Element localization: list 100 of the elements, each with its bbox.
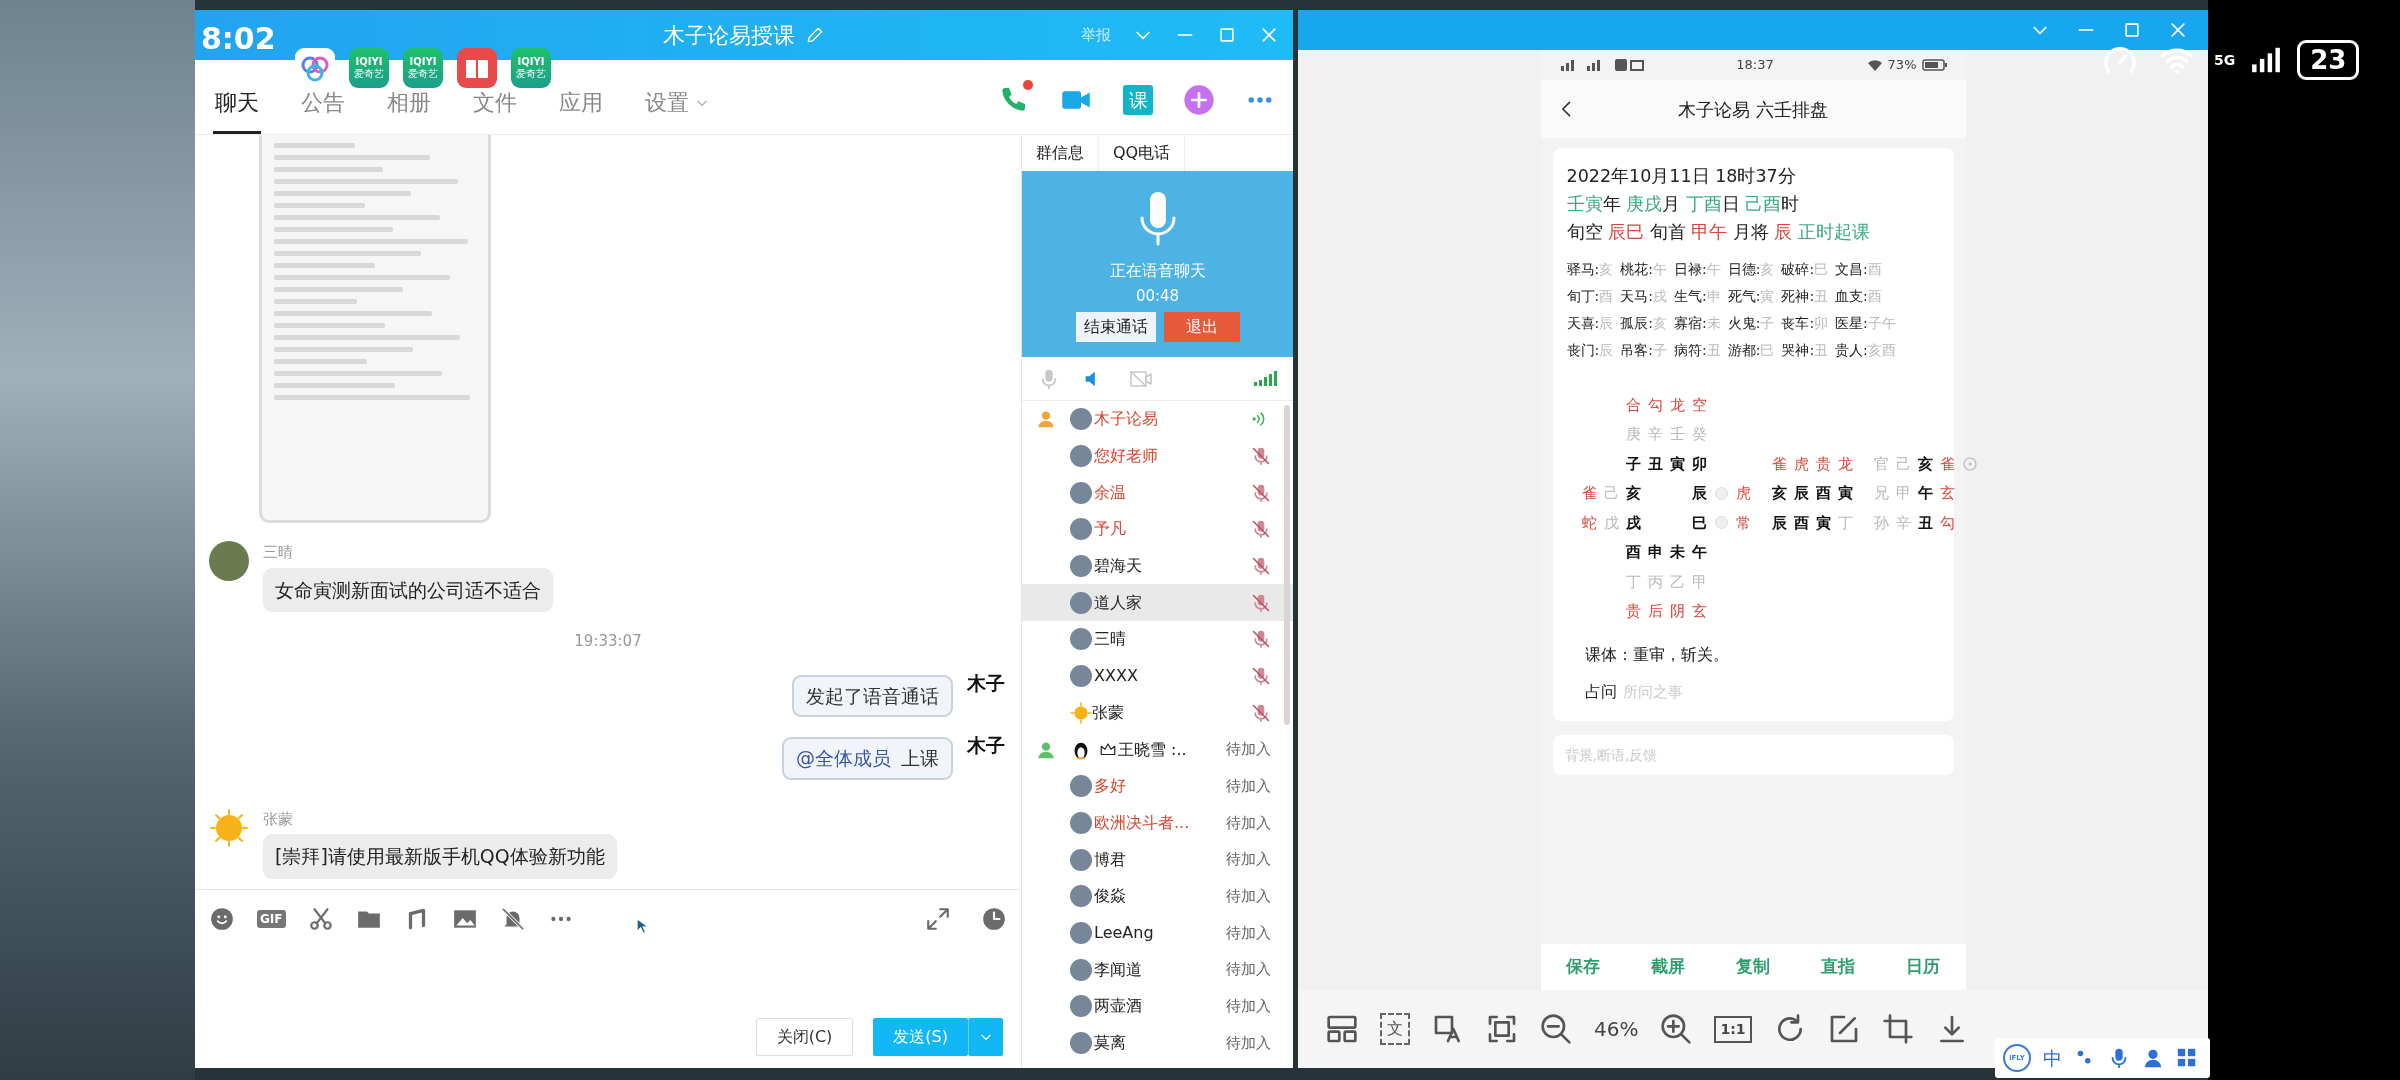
zoom-in-icon[interactable] <box>1660 1013 1693 1045</box>
avatar-photo <box>1070 408 1092 431</box>
chart-glyph: 午 <box>1917 483 1934 504</box>
fit-frame-icon[interactable] <box>1486 1013 1518 1045</box>
expand-icon[interactable] <box>925 906 951 932</box>
scissors-icon[interactable] <box>307 906 334 932</box>
chat-tab[interactable]: 相册 <box>385 86 433 134</box>
avatar-photo <box>1070 555 1092 578</box>
chart-glyph: 己 <box>1603 483 1620 504</box>
member-name: 博君 <box>1094 848 1127 871</box>
member-row[interactable]: 莫离 待加入 <box>1022 1024 1293 1062</box>
shensha-item: 哭神:丑 <box>1781 341 1829 360</box>
text-recognition-button[interactable]: 文 <box>1380 1013 1410 1045</box>
member-row[interactable]: 余温 <box>1022 474 1293 512</box>
app-icon[interactable]: IQIYI 爱奇艺 <box>403 48 443 88</box>
member-row[interactable]: 多好 待加入 <box>1022 767 1293 805</box>
avatar-photo <box>1070 628 1092 651</box>
member-row[interactable]: 三晴 <box>1022 621 1293 658</box>
member-row[interactable]: 碧海天 <box>1022 547 1293 585</box>
close-icon[interactable] <box>2168 20 2188 40</box>
chart-glyph: 寅 <box>1837 483 1854 504</box>
xun-line: 旬空 辰巳 旬首 甲午 月将 辰 正时起课 <box>1566 221 1871 244</box>
sender-name: 三晴 <box>263 542 294 563</box>
member-row[interactable]: 张蒙 <box>1022 694 1293 732</box>
crop-icon[interactable] <box>1881 1013 1914 1045</box>
layout-icon[interactable] <box>1326 1013 1358 1045</box>
member-name: 碧海天 <box>1094 555 1143 578</box>
app-icon[interactable]: IQIYI 爱奇艺 <box>349 48 389 88</box>
chart-glyph: 戌 <box>1625 512 1642 534</box>
chat-tab[interactable]: 聊天 <box>213 86 261 134</box>
avatar-photo <box>1070 665 1092 688</box>
chat-tab[interactable]: 文件 <box>471 86 519 134</box>
member-row[interactable]: LeeAng 待加入 <box>1022 914 1293 952</box>
avatar-photo <box>209 541 249 581</box>
member-status: 待加入 <box>1226 959 1271 981</box>
member-status: 待加入 <box>1226 739 1271 761</box>
member-row[interactable]: 俊焱 待加入 <box>1022 877 1293 915</box>
avatar-photo <box>1070 885 1092 908</box>
member-row[interactable]: 您好老师 <box>1022 437 1293 475</box>
send-button[interactable]: 发送(S) <box>873 1018 968 1056</box>
member-row[interactable]: 王晓雪 :.. 待加入 <box>1022 731 1293 768</box>
scrollbar-thumb[interactable] <box>1284 405 1290 725</box>
action-button[interactable]: 截屏 <box>1645 953 1691 981</box>
battery-percent: 73% <box>1887 56 1917 75</box>
clock-icon[interactable] <box>981 906 1007 932</box>
action-button[interactable]: 日历 <box>1900 953 1946 981</box>
app-icon[interactable]: IQIYI 爱奇艺 <box>511 48 551 88</box>
member-row[interactable]: 予凡 <box>1022 511 1293 548</box>
muted-microphone-icon <box>1251 445 1271 468</box>
chart-glyph: 龙 <box>1837 453 1854 475</box>
add-icon[interactable] <box>1183 84 1215 116</box>
member-row[interactable]: 欧洲决斗者... 待加入 <box>1022 804 1293 842</box>
gif-button[interactable]: GIF <box>257 909 286 929</box>
chart-glyph: 卯 <box>1691 453 1708 475</box>
grid-icon[interactable] <box>2176 1047 2198 1069</box>
maximize-icon[interactable] <box>2122 20 2142 40</box>
chart-glyph: 酉 <box>1793 512 1810 534</box>
chat-tab[interactable]: 公告 <box>299 86 347 134</box>
member-row[interactable]: 道人家 <box>1022 584 1293 622</box>
action-button[interactable]: 保存 <box>1560 953 1606 981</box>
chart-glyph: 丑 <box>1647 453 1664 475</box>
chart-glyph: 合 <box>1625 394 1642 416</box>
member-row[interactable]: 李闻道 待加入 <box>1022 951 1293 988</box>
zoom-out-icon[interactable] <box>1540 1013 1572 1045</box>
member-name: 李闻道 <box>1094 958 1143 981</box>
call-duration: 00:48 <box>1135 286 1180 307</box>
shensha-item: 丧门:辰 <box>1566 341 1614 360</box>
shensha-item: 日德:亥 <box>1727 260 1775 279</box>
chat-tab[interactable]: 设置 <box>643 86 711 134</box>
chat-tab[interactable]: 应用 <box>557 86 605 134</box>
sun-avatar <box>1070 701 1092 724</box>
shensha-item: 火鬼:子 <box>1727 314 1775 333</box>
zoom-level: 46% <box>1594 1016 1639 1043</box>
action-button[interactable]: 直指 <box>1815 953 1861 981</box>
exit-button[interactable]: 退出 <box>1163 311 1240 342</box>
chart-glyph: 癸 <box>1691 424 1708 445</box>
chart-glyph: 辛 <box>1647 424 1664 445</box>
message-bubble: 发起了语音通话 <box>792 674 953 717</box>
member-row[interactable]: XXXX <box>1022 657 1293 695</box>
avatar-photo <box>1070 518 1092 541</box>
book-app-icon[interactable] <box>457 48 497 88</box>
shensha-item: 血支:酉 <box>1835 287 1883 306</box>
avatar-photo <box>1070 481 1092 504</box>
action-button[interactable]: 复制 <box>1730 953 1776 981</box>
chart-glyph: 贵 <box>1815 453 1832 475</box>
input-mode-toggle[interactable]: 中 <box>2043 1043 2062 1073</box>
bell-off-icon[interactable] <box>499 906 526 932</box>
muted-microphone-icon <box>1251 628 1271 651</box>
emoji-icon[interactable] <box>209 906 235 932</box>
member-name: XXXX <box>1094 665 1139 688</box>
shensha-item: 游都:巳 <box>1727 341 1775 360</box>
member-row[interactable]: 木子论易 <box>1022 401 1293 438</box>
chart-glyph: 亥 <box>1625 483 1642 504</box>
actual-size-button[interactable]: 1:1 <box>1714 1015 1752 1043</box>
person-icon[interactable] <box>2142 1047 2164 1069</box>
lesson-icon[interactable]: 课 <box>1123 85 1153 115</box>
end-call-button[interactable]: 结束通话 <box>1075 311 1156 342</box>
member-row[interactable]: 两壶酒 待加入 <box>1022 988 1293 1025</box>
member-row[interactable]: 博君 待加入 <box>1022 841 1293 878</box>
close-button[interactable]: 关闭(C) <box>755 1018 854 1056</box>
